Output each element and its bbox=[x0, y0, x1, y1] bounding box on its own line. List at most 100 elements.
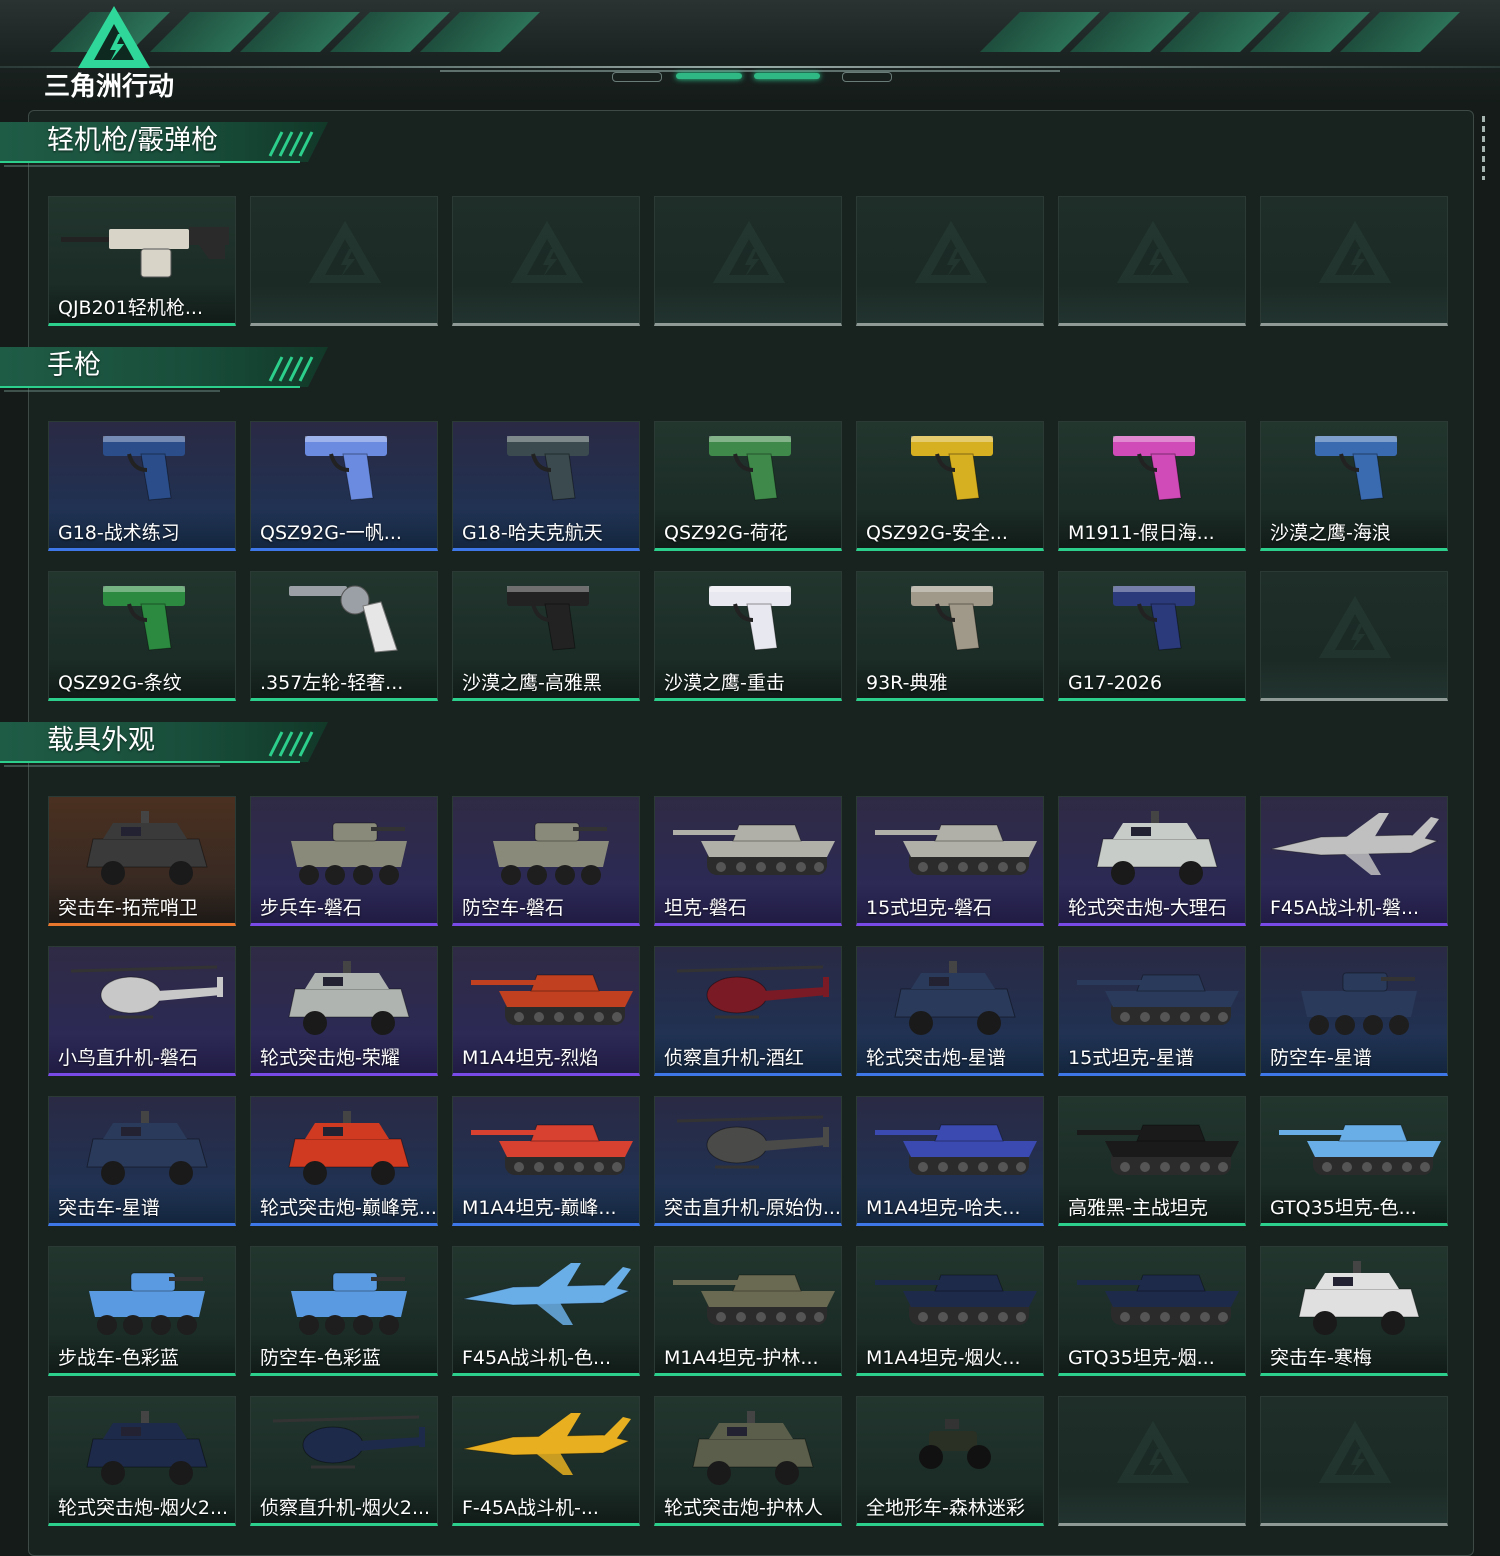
item-card[interactable]: 轮式突击炮-荣耀 bbox=[250, 946, 438, 1076]
jet-icon bbox=[1270, 813, 1439, 875]
item-card[interactable]: 防空车-磐石 bbox=[452, 796, 640, 926]
placeholder-logo-icon bbox=[1319, 596, 1391, 658]
machine-gun-icon bbox=[61, 227, 229, 278]
item-card[interactable]: 15式坦克-磐石 bbox=[856, 796, 1044, 926]
item-card[interactable]: M1911-假日海... bbox=[1058, 421, 1246, 551]
item-name: 轮式突击炮-烟火2... bbox=[58, 1497, 229, 1519]
item-name: QJB201轻机枪... bbox=[58, 297, 203, 319]
item-card[interactable]: 沙漠之鹰-重击 bbox=[654, 571, 842, 701]
item-name: 15式坦克-磐石 bbox=[866, 897, 993, 919]
item-name: QSZ92G-荷花 bbox=[664, 522, 788, 544]
item-card[interactable]: F45A战斗机-色... bbox=[452, 1246, 640, 1376]
tank-icon bbox=[1279, 1124, 1441, 1175]
pistol-icon bbox=[911, 436, 993, 501]
tank-icon bbox=[1077, 1124, 1239, 1175]
item-name: 步兵车-磐石 bbox=[260, 897, 362, 919]
item-card[interactable]: QSZ92G-安全... bbox=[856, 421, 1044, 551]
item-card[interactable]: 93R-典雅 bbox=[856, 571, 1044, 701]
item-card[interactable]: G17-2026 bbox=[1058, 571, 1246, 701]
section-header-lmg-shotgun: 轻机枪/霰弹枪 bbox=[0, 118, 340, 172]
item-card[interactable]: 步兵车-磐石 bbox=[250, 796, 438, 926]
item-name: 防空车-磐石 bbox=[462, 897, 564, 919]
item-card[interactable]: 突击车-寒梅 bbox=[1260, 1246, 1448, 1376]
logo-text: 三角洲行动 bbox=[44, 72, 175, 102]
item-card[interactable]: 突击车-星谱 bbox=[48, 1096, 236, 1226]
item-card[interactable]: 侦察直升机-烟火2... bbox=[250, 1396, 438, 1526]
pistol-icon bbox=[911, 586, 993, 651]
item-card[interactable]: M1A4坦克-烟火... bbox=[856, 1246, 1044, 1376]
item-card[interactable]: 轮式突击炮-巅峰竞... bbox=[250, 1096, 438, 1226]
item-name: G18-战术练习 bbox=[58, 522, 180, 544]
item-card[interactable]: 防空车-星谱 bbox=[1260, 946, 1448, 1076]
item-card[interactable]: F-45A战斗机-... bbox=[452, 1396, 640, 1526]
item-card[interactable]: M1A4坦克-烈焰 bbox=[452, 946, 640, 1076]
pistol-icon bbox=[709, 436, 791, 501]
pistol-icon bbox=[305, 436, 387, 501]
item-card[interactable]: G18-战术练习 bbox=[48, 421, 236, 551]
item-card[interactable]: 沙漠之鹰-海浪 bbox=[1260, 421, 1448, 551]
item-name: G18-哈夫克航天 bbox=[462, 522, 603, 544]
header-divider bbox=[440, 70, 1060, 72]
item-card[interactable]: M1A4坦克-哈夫... bbox=[856, 1096, 1044, 1226]
item-name: 坦克-磐石 bbox=[664, 897, 747, 919]
empty-slot-card bbox=[1260, 1396, 1448, 1526]
placeholder-logo-icon bbox=[309, 221, 381, 283]
item-card[interactable]: 防空车-色彩蓝 bbox=[250, 1246, 438, 1376]
armored-car-icon bbox=[288, 961, 410, 1035]
placeholder-logo-icon bbox=[1117, 1421, 1189, 1483]
revolver-icon bbox=[289, 585, 398, 653]
ifv-icon bbox=[1301, 972, 1417, 1035]
item-card[interactable]: QJB201轻机枪... bbox=[48, 196, 236, 326]
armored-car-icon bbox=[86, 811, 208, 885]
item-card[interactable]: 步战车-色彩蓝 bbox=[48, 1246, 236, 1376]
item-name: 93R-典雅 bbox=[866, 672, 948, 694]
item-card[interactable]: 轮式突击炮-星谱 bbox=[856, 946, 1044, 1076]
armored-car-icon bbox=[1096, 811, 1218, 885]
item-card[interactable]: .357左轮-轻奢... bbox=[250, 571, 438, 701]
item-name: 侦察直升机-烟火2... bbox=[260, 1497, 431, 1519]
item-card[interactable]: M1A4坦克-巅峰... bbox=[452, 1096, 640, 1226]
item-card[interactable]: G18-哈夫克航天 bbox=[452, 421, 640, 551]
header-indicator bbox=[754, 73, 820, 79]
scrollbar[interactable] bbox=[1482, 116, 1485, 180]
item-name: F-45A战斗机-... bbox=[462, 1497, 599, 1519]
item-card[interactable]: QSZ92G-条纹 bbox=[48, 571, 236, 701]
item-name: 轮式突击炮-星谱 bbox=[866, 1047, 1006, 1069]
item-card[interactable]: 突击车-拓荒哨卫 bbox=[48, 796, 236, 926]
item-name: 高雅黑-主战坦克 bbox=[1068, 1197, 1208, 1219]
item-card[interactable]: 小鸟直升机-磐石 bbox=[48, 946, 236, 1076]
item-card[interactable]: 侦察直升机-酒红 bbox=[654, 946, 842, 1076]
item-card[interactable]: 高雅黑-主战坦克 bbox=[1058, 1096, 1246, 1226]
item-card[interactable]: QSZ92G-荷花 bbox=[654, 421, 842, 551]
item-card[interactable]: 轮式突击炮-护林人 bbox=[654, 1396, 842, 1526]
item-card[interactable]: 突击直升机-原始伪... bbox=[654, 1096, 842, 1226]
item-card[interactable]: QSZ92G-一帆... bbox=[250, 421, 438, 551]
item-card[interactable]: F45A战斗机-磐... bbox=[1260, 796, 1448, 926]
item-name: 15式坦克-星谱 bbox=[1068, 1047, 1195, 1069]
item-name: 轮式突击炮-荣耀 bbox=[260, 1047, 400, 1069]
armored-car-icon bbox=[894, 961, 1016, 1035]
item-name: M1A4坦克-护林... bbox=[664, 1347, 819, 1369]
item-card[interactable]: 15式坦克-星谱 bbox=[1058, 946, 1246, 1076]
item-card[interactable]: GTQ35坦克-色... bbox=[1260, 1096, 1448, 1226]
ifv-icon bbox=[493, 822, 609, 885]
item-card[interactable]: 轮式突击炮-烟火2... bbox=[48, 1396, 236, 1526]
item-name: 轮式突击炮-大理石 bbox=[1068, 897, 1227, 919]
placeholder-logo-icon bbox=[713, 221, 785, 283]
empty-slot-card bbox=[1260, 196, 1448, 326]
item-card[interactable]: 全地形车-森林迷彩 bbox=[856, 1396, 1044, 1526]
section-title: 载具外观 bbox=[47, 725, 155, 756]
item-name: M1A4坦克-烈焰 bbox=[462, 1047, 599, 1069]
item-card[interactable]: M1A4坦克-护林... bbox=[654, 1246, 842, 1376]
item-name: M1A4坦克-烟火... bbox=[866, 1347, 1021, 1369]
tank-icon bbox=[875, 1124, 1037, 1175]
item-card[interactable]: 坦克-磐石 bbox=[654, 796, 842, 926]
item-card[interactable]: 沙漠之鹰-高雅黑 bbox=[452, 571, 640, 701]
header-pill bbox=[612, 72, 662, 82]
tank-icon bbox=[1077, 1274, 1239, 1325]
atv-icon bbox=[919, 1419, 991, 1469]
helicopter-icon bbox=[70, 965, 223, 1019]
tank-icon bbox=[1077, 974, 1239, 1025]
item-card[interactable]: 轮式突击炮-大理石 bbox=[1058, 796, 1246, 926]
item-card[interactable]: GTQ35坦克-烟... bbox=[1058, 1246, 1246, 1376]
